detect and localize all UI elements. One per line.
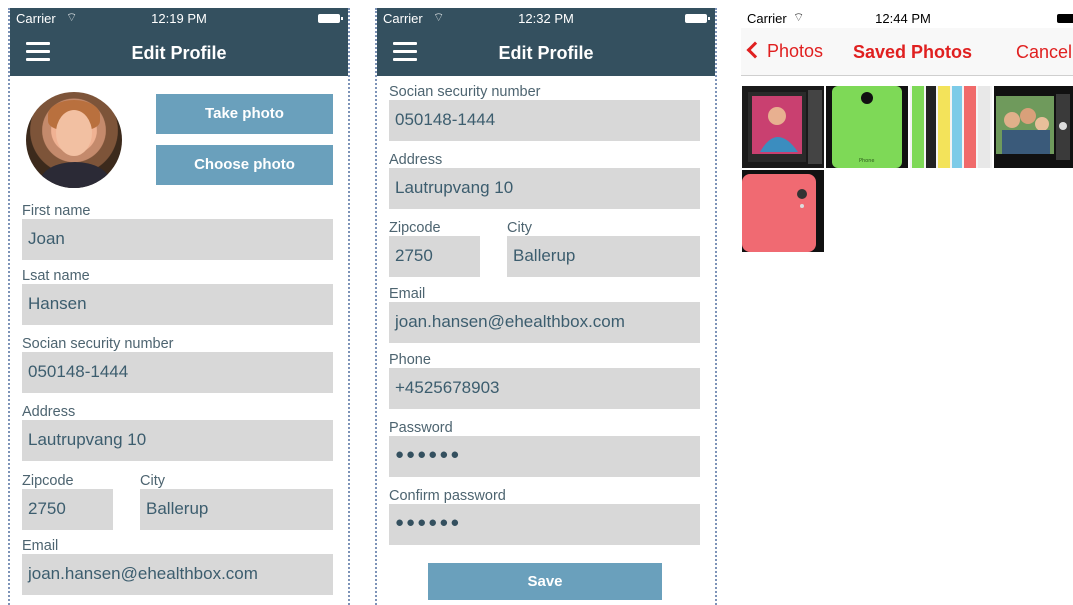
choose-photo-button[interactable]: Choose photo (156, 145, 333, 185)
svg-text:Phone: Phone (859, 158, 875, 164)
battery-icon (318, 14, 343, 23)
first-name-field[interactable]: Joan (22, 219, 333, 260)
zipcode-label: Zipcode (389, 220, 441, 236)
last-name-label: Lsat name (22, 268, 90, 284)
email-field[interactable]: joan.hansen@ehealthbox.com (389, 302, 700, 343)
chevron-left-icon (746, 41, 764, 59)
email-field[interactable]: joan.hansen@ehealthbox.com (22, 554, 333, 595)
page-title: Saved Photos (853, 42, 973, 62)
status-bar: Carrier ⌔ 12:32 PM (377, 8, 715, 28)
edit-profile-screen-2: Carrier ⌔ 12:32 PM Edit Profile Socian s… (375, 8, 717, 605)
page-title: Edit Profile (131, 43, 227, 63)
email-label: Email (389, 286, 426, 302)
photo-thumbnail-family[interactable] (994, 86, 1073, 168)
photo-thumbnail-pink-phone[interactable] (742, 170, 824, 252)
battery-icon (1057, 14, 1073, 23)
ssn-label: Socian security number (22, 336, 174, 352)
take-photo-button[interactable]: Take photo (156, 94, 333, 134)
password-field[interactable]: ●●●●●● (389, 436, 700, 477)
clock: 12:19 PM (151, 11, 207, 26)
clock: 12:32 PM (518, 11, 574, 26)
address-label: Address (389, 152, 443, 168)
confirm-password-label: Confirm password (389, 488, 506, 504)
photo-picker-screen: Carrier ⌔ 12:44 PM Photos Saved Photos C… (741, 8, 1073, 605)
confirm-password-field[interactable]: ●●●●●● (389, 504, 700, 545)
last-name-field[interactable]: Hansen (22, 284, 333, 325)
page-title: Edit Profile (498, 43, 594, 63)
clock: 12:44 PM (875, 11, 931, 26)
address-field[interactable]: Lautrupvang 10 (22, 420, 333, 461)
zipcode-label: Zipcode (22, 473, 74, 489)
photos-navbar: Photos Saved Photos Cancel (741, 28, 1073, 76)
city-field[interactable]: Ballerup (507, 236, 700, 277)
city-label: City (507, 220, 532, 236)
back-button[interactable]: Photos (746, 41, 824, 62)
photo-thumbnail-green-phone[interactable]: Phone (826, 86, 908, 168)
battery-icon (685, 14, 710, 23)
save-button[interactable]: Save (428, 563, 662, 600)
status-bar: Carrier ⌔ 12:44 PM (741, 8, 1073, 28)
photo-thumbnail-colorful-phones[interactable] (910, 86, 992, 168)
ssn-label: Socian security number (389, 84, 541, 100)
phone-field[interactable]: +4525678903 (389, 368, 700, 409)
zipcode-field[interactable]: 2750 (22, 489, 113, 530)
ssn-field[interactable]: 050148-1444 (22, 352, 333, 393)
city-field[interactable]: Ballerup (140, 489, 333, 530)
status-bar: Carrier ⌔ 12:19 PM (10, 8, 348, 28)
navbar: Carrier ⌔ 12:32 PM Edit Profile (377, 8, 715, 76)
back-label: Photos (767, 41, 824, 61)
cancel-button[interactable]: Cancel (1016, 42, 1072, 63)
ssn-field[interactable]: 050148-1444 (389, 100, 700, 141)
navbar: Carrier ⌔ 12:19 PM Edit Profile (10, 8, 348, 76)
email-label: Email (22, 538, 59, 554)
zipcode-field[interactable]: 2750 (389, 236, 480, 277)
city-label: City (140, 473, 165, 489)
address-field[interactable]: Lautrupvang 10 (389, 168, 700, 209)
phone-label: Phone (389, 352, 431, 368)
profile-form: Take photo Choose photo First name Joan … (10, 76, 348, 605)
first-name-label: First name (22, 203, 91, 219)
address-label: Address (22, 404, 76, 420)
password-label: Password (389, 420, 453, 436)
photo-thumbnail-ipad[interactable] (742, 86, 824, 168)
avatar (26, 92, 122, 188)
edit-profile-screen-1: Carrier ⌔ 12:19 PM Edit Profile Take pho… (8, 8, 350, 605)
profile-form: Socian security number 050148-1444 Addre… (377, 76, 715, 605)
